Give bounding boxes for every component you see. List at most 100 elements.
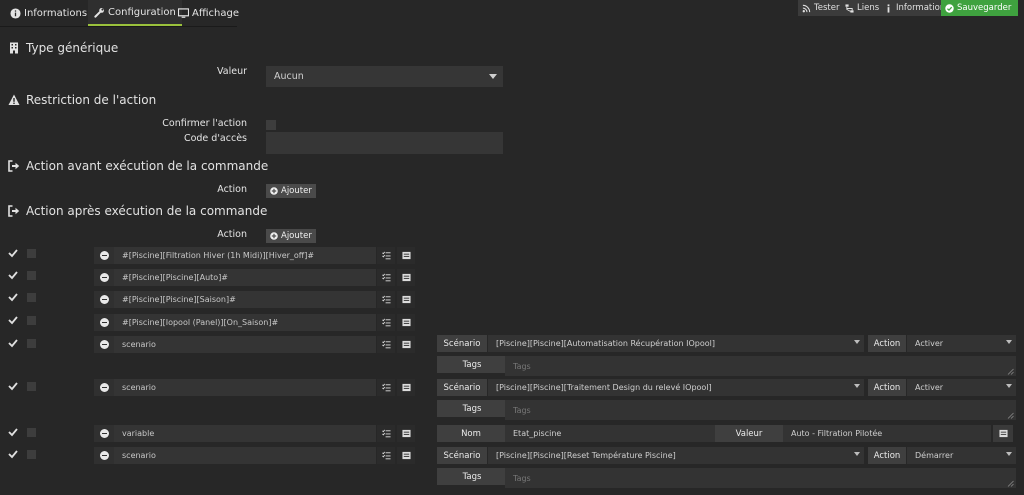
select-command-button[interactable] xyxy=(397,379,415,396)
sign-out-icon xyxy=(8,160,20,172)
tab-informations[interactable]: Informations xyxy=(4,0,93,26)
list-options-button[interactable] xyxy=(377,425,395,442)
row-checkbox[interactable] xyxy=(27,428,36,437)
scenario-value: [Piscine][Piscine][Traitement Design du … xyxy=(496,383,712,392)
select-command-button[interactable] xyxy=(397,336,415,353)
remove-action-button[interactable] xyxy=(94,379,114,396)
list-options-button[interactable] xyxy=(377,447,395,464)
check-icon[interactable] xyxy=(8,292,18,302)
section-type-generique: Type générique xyxy=(8,41,118,55)
command-input[interactable]: scenario xyxy=(114,336,376,353)
list-alt-icon xyxy=(401,429,411,438)
action-select[interactable]: Activer xyxy=(907,335,1016,352)
select-command-button[interactable] xyxy=(397,247,415,264)
caret-down-icon xyxy=(489,74,497,79)
command-input[interactable]: scenario xyxy=(114,447,376,464)
tab-label: Affichage xyxy=(192,7,239,19)
action-label: Action xyxy=(868,447,906,464)
list-options-button[interactable] xyxy=(377,379,395,396)
select-command-button[interactable] xyxy=(397,447,415,464)
command-input[interactable]: variable xyxy=(114,425,376,442)
remove-action-button[interactable] xyxy=(94,425,114,442)
nom-input[interactable]: Etat_piscine xyxy=(505,425,715,442)
building-icon xyxy=(8,42,20,54)
ajouter-apres-button[interactable]: Ajouter xyxy=(266,229,316,243)
list-check-icon xyxy=(381,383,391,392)
action-value: Démarrer xyxy=(915,451,954,460)
list-alt-icon xyxy=(401,340,411,349)
list-options-button[interactable] xyxy=(377,336,395,353)
remove-action-button[interactable] xyxy=(94,336,114,353)
tags-input[interactable]: Tags xyxy=(505,468,1016,488)
scenario-select[interactable]: [Piscine][Piscine][Automatisation Récupé… xyxy=(488,335,864,352)
row-checkbox[interactable] xyxy=(27,293,36,302)
row-checkbox[interactable] xyxy=(27,339,36,348)
remove-action-button[interactable] xyxy=(94,447,114,464)
rss-icon xyxy=(802,4,811,13)
type-generique-select[interactable]: Aucun xyxy=(266,66,503,87)
check-circle-icon xyxy=(945,3,954,13)
list-alt-icon xyxy=(998,429,1008,438)
tab-configuration[interactable]: Configuration xyxy=(88,0,182,26)
check-icon[interactable] xyxy=(8,315,18,325)
command-input[interactable]: #[Piscine][Filtration Hiver (1h Midi)][H… xyxy=(114,247,376,264)
select-command-button[interactable] xyxy=(397,269,415,286)
caret-down-icon xyxy=(854,340,860,344)
scenario-label: Scénario xyxy=(437,335,487,352)
tab-affichage[interactable]: Affichage xyxy=(172,0,245,26)
wrench-icon xyxy=(94,7,105,18)
scenario-select[interactable]: [Piscine][Piscine][Reset Température Pis… xyxy=(488,447,864,464)
remove-action-button[interactable] xyxy=(94,247,114,264)
row-checkbox[interactable] xyxy=(27,249,36,258)
list-alt-icon xyxy=(401,383,411,392)
caret-down-icon xyxy=(1006,340,1012,344)
select-variable-button[interactable] xyxy=(993,425,1013,442)
ajouter-avant-button[interactable]: Ajouter xyxy=(266,184,316,198)
code-acces-input[interactable] xyxy=(266,132,503,154)
tester-button[interactable]: Tester xyxy=(798,0,844,16)
list-options-button[interactable] xyxy=(377,269,395,286)
action-select[interactable]: Activer xyxy=(907,379,1016,396)
command-input[interactable]: #[Piscine][Piscine][Auto]# xyxy=(114,269,376,286)
tags-label: Tags xyxy=(437,356,507,373)
scenario-select[interactable]: [Piscine][Piscine][Traitement Design du … xyxy=(488,379,864,396)
resize-handle-icon[interactable] xyxy=(1007,412,1014,419)
resize-handle-icon[interactable] xyxy=(1007,368,1014,375)
check-icon[interactable] xyxy=(8,248,18,258)
row-checkbox[interactable] xyxy=(27,450,36,459)
select-command-button[interactable] xyxy=(397,425,415,442)
liens-button[interactable]: Liens xyxy=(841,0,884,16)
tags-input[interactable]: Tags xyxy=(505,356,1016,376)
resize-handle-icon[interactable] xyxy=(1007,480,1014,487)
action-select[interactable]: Démarrer xyxy=(907,447,1016,464)
select-command-button[interactable] xyxy=(397,314,415,331)
command-input[interactable]: scenario xyxy=(114,379,376,396)
row-checkbox[interactable] xyxy=(27,271,36,280)
section-title: Action après exécution de la commande xyxy=(26,204,268,218)
check-icon[interactable] xyxy=(8,427,18,437)
list-options-button[interactable] xyxy=(377,314,395,331)
select-command-button[interactable] xyxy=(397,291,415,308)
check-icon[interactable] xyxy=(8,338,18,348)
plus-circle-icon xyxy=(270,232,278,240)
list-options-button[interactable] xyxy=(377,291,395,308)
check-icon[interactable] xyxy=(8,449,18,459)
tags-input[interactable]: Tags xyxy=(505,400,1016,420)
remove-action-button[interactable] xyxy=(94,314,114,331)
tab-label: Informations xyxy=(24,7,88,19)
list-alt-icon xyxy=(401,295,411,304)
check-icon[interactable] xyxy=(8,381,18,391)
remove-action-button[interactable] xyxy=(94,269,114,286)
row-checkbox[interactable] xyxy=(27,316,36,325)
remove-action-button[interactable] xyxy=(94,291,114,308)
command-input[interactable]: #[Piscine][Iopool (Panel)][On_Saison]# xyxy=(114,314,376,331)
list-options-button[interactable] xyxy=(377,247,395,264)
command-input[interactable]: #[Piscine][Piscine][Saison]# xyxy=(114,291,376,308)
info-icon xyxy=(884,3,893,13)
valeur-input[interactable]: Auto - Filtration Pilotée xyxy=(783,425,991,442)
confirmer-checkbox[interactable] xyxy=(266,120,276,130)
row-checkbox[interactable] xyxy=(27,382,36,391)
list-check-icon xyxy=(381,273,391,282)
check-icon[interactable] xyxy=(8,270,18,280)
sauvegarder-button[interactable]: Sauvegarder xyxy=(941,0,1018,16)
